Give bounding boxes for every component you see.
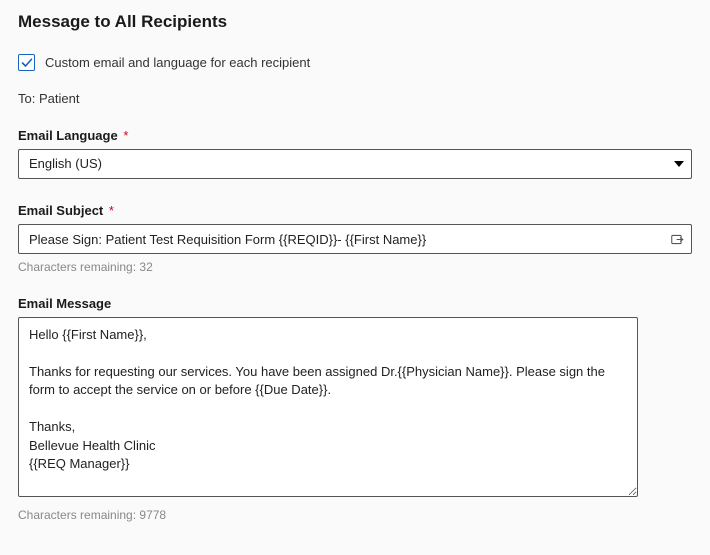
message-textarea[interactable] — [18, 317, 638, 497]
language-select-wrap: English (US) — [18, 149, 692, 179]
subject-label: Email Subject — [18, 203, 103, 218]
custom-email-checkbox[interactable] — [18, 54, 35, 71]
subject-group: Email Subject * Characters remaining: 32 — [18, 203, 692, 274]
to-line: To: Patient — [18, 91, 692, 106]
message-panel: Message to All Recipients Custom email a… — [0, 0, 710, 540]
required-marker: * — [107, 203, 114, 218]
subject-input[interactable] — [18, 224, 692, 254]
subject-input-wrap — [18, 224, 692, 254]
language-group: Email Language * English (US) — [18, 128, 692, 179]
subject-hint-value: 32 — [139, 260, 152, 274]
language-label: Email Language — [18, 128, 118, 143]
subject-hint: Characters remaining: 32 — [18, 260, 692, 274]
message-group: Email Message Characters remaining: 9778 — [18, 296, 692, 522]
subject-hint-prefix: Characters remaining: — [18, 260, 136, 274]
language-select[interactable]: English (US) — [18, 149, 692, 179]
message-hint: Characters remaining: 9778 — [18, 508, 692, 522]
subject-label-row: Email Subject * — [18, 203, 692, 218]
custom-email-checkbox-row: Custom email and language for each recip… — [18, 54, 692, 71]
custom-email-checkbox-label: Custom email and language for each recip… — [45, 55, 310, 70]
message-hint-value: 9778 — [139, 508, 166, 522]
to-prefix: To: — [18, 91, 35, 106]
page-title: Message to All Recipients — [18, 12, 692, 32]
language-label-row: Email Language * — [18, 128, 692, 143]
message-hint-prefix: Characters remaining: — [18, 508, 136, 522]
required-marker: * — [121, 128, 128, 143]
insert-field-icon — [670, 231, 684, 248]
to-value: Patient — [39, 91, 79, 106]
check-icon — [21, 57, 33, 69]
insert-field-button[interactable] — [664, 226, 690, 252]
message-label: Email Message — [18, 296, 692, 311]
